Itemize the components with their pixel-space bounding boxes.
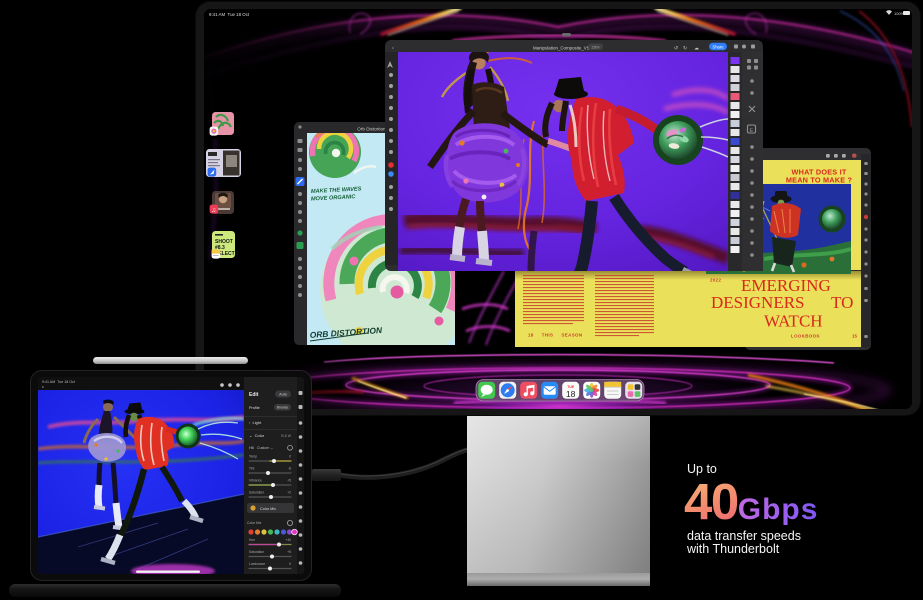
svg-text:+40: +40 (285, 538, 291, 542)
svg-text:18: 18 (566, 389, 576, 399)
svg-text:Tint: Tint (249, 467, 254, 471)
svg-text:MEAN TO MAKE ?: MEAN TO MAKE ? (786, 176, 853, 185)
svg-text:Hill Custom ⌄: Hill Custom ⌄ (249, 446, 273, 450)
svg-text:+2: +2 (287, 491, 291, 495)
svg-text:Auto: Auto (279, 393, 287, 397)
svg-text:25%: 25% (591, 45, 599, 50)
svg-text:WATCH: WATCH (764, 312, 823, 331)
svg-text:↻: ↻ (683, 46, 687, 52)
svg-text:↺: ↺ (674, 46, 678, 52)
svg-text:Luminance: Luminance (249, 562, 265, 566)
svg-text:2022: 2022 (710, 278, 722, 283)
svg-text:‹: ‹ (392, 46, 394, 52)
svg-text:+5: +5 (287, 479, 291, 483)
svg-text:+5: +5 (287, 550, 291, 554)
svg-text:E: E (750, 128, 754, 134)
svg-text:Color Mix: Color Mix (260, 507, 276, 511)
svg-text:DESIGNERS: DESIGNERS (711, 293, 805, 312)
svg-text:0: 0 (289, 562, 291, 566)
svg-text:Manipulation_Composite_V5 * ⌄: Manipulation_Composite_V5 * ⌄ (533, 46, 597, 51)
svg-text:Vibrance: Vibrance (249, 479, 262, 483)
svg-text:Hue: Hue (249, 538, 255, 542)
svg-text:Temp: Temp (249, 455, 257, 459)
svg-text:Browse: Browse (277, 406, 288, 410)
svg-text:Saturation: Saturation (249, 491, 264, 495)
svg-text:LOOKBOOK: LOOKBOOK (791, 334, 820, 339)
svg-text:Edit: Edit (249, 392, 259, 398)
svg-text:18 THIS SEASON: 18 THIS SEASON (528, 333, 582, 338)
svg-text:› Light: › Light (249, 420, 262, 425)
svg-text:9:41 AM Tue 18 Oct: 9:41 AM Tue 18 Oct (209, 12, 250, 17)
svg-text:Share: Share (712, 44, 724, 49)
svg-text:15: 15 (852, 334, 857, 339)
svg-text:‹: ‹ (42, 385, 44, 391)
svg-text:0: 0 (289, 455, 291, 459)
svg-text:B & W: B & W (281, 434, 291, 438)
svg-text:Profile: Profile (249, 406, 260, 410)
svg-text:-8: -8 (288, 467, 291, 471)
svg-text:Color Mix: Color Mix (247, 521, 262, 525)
svg-text:⌄ Color: ⌄ Color (249, 433, 265, 438)
svg-text:Saturation: Saturation (249, 550, 264, 554)
svg-text:☁: ☁ (694, 46, 699, 52)
svg-text:♫: ♫ (211, 207, 216, 214)
svg-text:TO: TO (831, 293, 853, 312)
svg-text:9:41 AM Tue 18 Oct: 9:41 AM Tue 18 Oct (42, 380, 75, 384)
